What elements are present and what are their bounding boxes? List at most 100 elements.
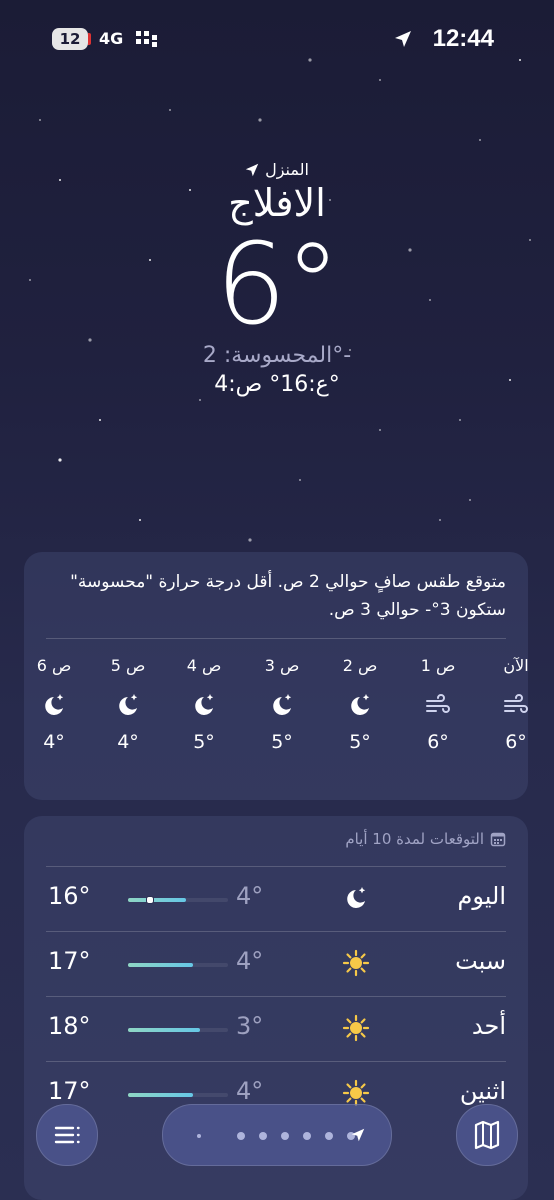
home-label-row: المنزل [0, 160, 554, 179]
location-page-icon[interactable] [351, 1128, 365, 1142]
current-temp-marker [146, 896, 154, 904]
hour-label: 6 ص [36, 656, 72, 675]
temp-range-fill [128, 1093, 193, 1097]
star [439, 519, 441, 521]
feels-like: المحسوسة: 2°- [202, 343, 352, 368]
forecast-title: التوقعات لمدة 10 أيام [345, 830, 484, 848]
hour-temp: 4° [43, 731, 65, 753]
star [308, 58, 312, 62]
star [99, 419, 101, 421]
temp-range-bar [128, 896, 228, 904]
page-dot[interactable] [303, 1132, 311, 1140]
wind-icon [426, 694, 450, 713]
day-icon [342, 884, 370, 916]
day-name: سبت [455, 947, 506, 975]
signal-icon [136, 31, 157, 47]
moon-stars-icon [195, 694, 214, 715]
map-button[interactable] [456, 1104, 518, 1166]
hour-column: 2 ص 5° [330, 656, 390, 753]
list-icon [54, 1126, 80, 1144]
page-indicator[interactable] [162, 1104, 392, 1166]
star [519, 59, 521, 61]
page-dot[interactable] [237, 1132, 245, 1140]
low-temp: 4° [236, 882, 264, 910]
hour-temp: 5° [349, 731, 371, 753]
star [469, 499, 471, 501]
forecast-day-row[interactable]: اليوم 4° 16° [24, 866, 528, 930]
hour-label: 2 ص [342, 656, 378, 675]
page-dot[interactable] [197, 1134, 201, 1138]
hour-column: 5 ص 4° [98, 656, 158, 753]
hour-temp: 5° [271, 731, 293, 753]
location-arrow-icon [245, 163, 259, 176]
high-low: ع:16° ص:4° [214, 372, 340, 397]
high-temp: 18° [48, 1012, 91, 1040]
star [39, 119, 41, 121]
temp-range-fill [128, 963, 193, 967]
hour-label: 4 ص [186, 656, 222, 675]
temp-range-bar [128, 963, 228, 967]
location-arrow-icon [395, 31, 411, 47]
page-dot[interactable] [281, 1132, 289, 1140]
temp-range-fill [128, 1028, 200, 1032]
forecast-title-row: التوقعات لمدة 10 أيام [345, 830, 506, 848]
star [248, 538, 252, 542]
current-temperature: 6° [215, 220, 340, 350]
status-bar: 12 4G 12:44 [0, 22, 554, 56]
hour-label: 5 ص [110, 656, 146, 675]
hourly-forecast-card[interactable]: متوقع طقس صافٍ حوالي 2 ص. أقل درجة حرارة… [24, 552, 529, 800]
network-type: 4G [99, 29, 124, 48]
current-weather: المنزل الافلاج 6° المحسوسة: 2°- ع:16° ص:… [0, 160, 554, 397]
low-temp: 4° [236, 947, 264, 975]
star [258, 118, 262, 122]
star [379, 429, 381, 431]
hour-temp: 6° [427, 731, 449, 753]
sun-icon [342, 1014, 370, 1042]
clock: 12:44 [432, 25, 494, 52]
high-temp: 16° [48, 882, 91, 910]
sun-icon [342, 1079, 370, 1107]
moon-stars-icon [273, 694, 292, 715]
page-dot[interactable] [325, 1132, 333, 1140]
temp-range-bar [128, 1093, 228, 1097]
day-icon [342, 1014, 370, 1046]
hour-temp: 4° [117, 731, 139, 753]
page-dot[interactable] [259, 1132, 267, 1140]
hour-label: الآن [503, 656, 529, 675]
home-label: المنزل [265, 160, 309, 179]
star [479, 139, 481, 141]
divider [46, 638, 506, 639]
hour-column: 3 ص 5° [252, 656, 312, 753]
star [459, 419, 461, 421]
forecast-day-row[interactable]: سبت 4° 17° [24, 931, 528, 995]
hour-column: الآن 6° [486, 656, 546, 753]
star [299, 479, 301, 481]
moon-stars-icon [347, 887, 366, 908]
hour-column: 4 ص 5° [174, 656, 234, 753]
forecast-day-row[interactable]: أحد 3° 18° [24, 996, 528, 1060]
day-name: اليوم [457, 882, 506, 910]
moon-stars-icon [45, 694, 64, 715]
sun-icon [342, 949, 370, 977]
day-icon [342, 949, 370, 981]
star [199, 399, 201, 401]
wind-icon [504, 694, 528, 713]
city-name: الافلاج [228, 181, 326, 225]
battery-indicator: 12 [52, 28, 91, 50]
hour-column: 1 ص 6° [408, 656, 468, 753]
moon-stars-icon [119, 694, 138, 715]
hour-temp: 5° [193, 731, 215, 753]
hour-label: 1 ص [420, 656, 456, 675]
hour-column: 6 ص 4° [24, 656, 84, 753]
star [169, 109, 171, 111]
temp-range-fill [128, 898, 186, 902]
hour-temp: 6° [505, 731, 527, 753]
calendar-icon [490, 832, 506, 847]
star [379, 79, 381, 81]
temp-range-bar [128, 1028, 228, 1032]
moon-stars-icon [351, 694, 370, 715]
list-button[interactable] [36, 1104, 98, 1166]
map-icon [474, 1120, 500, 1150]
star [139, 519, 141, 521]
high-temp: 17° [48, 947, 91, 975]
